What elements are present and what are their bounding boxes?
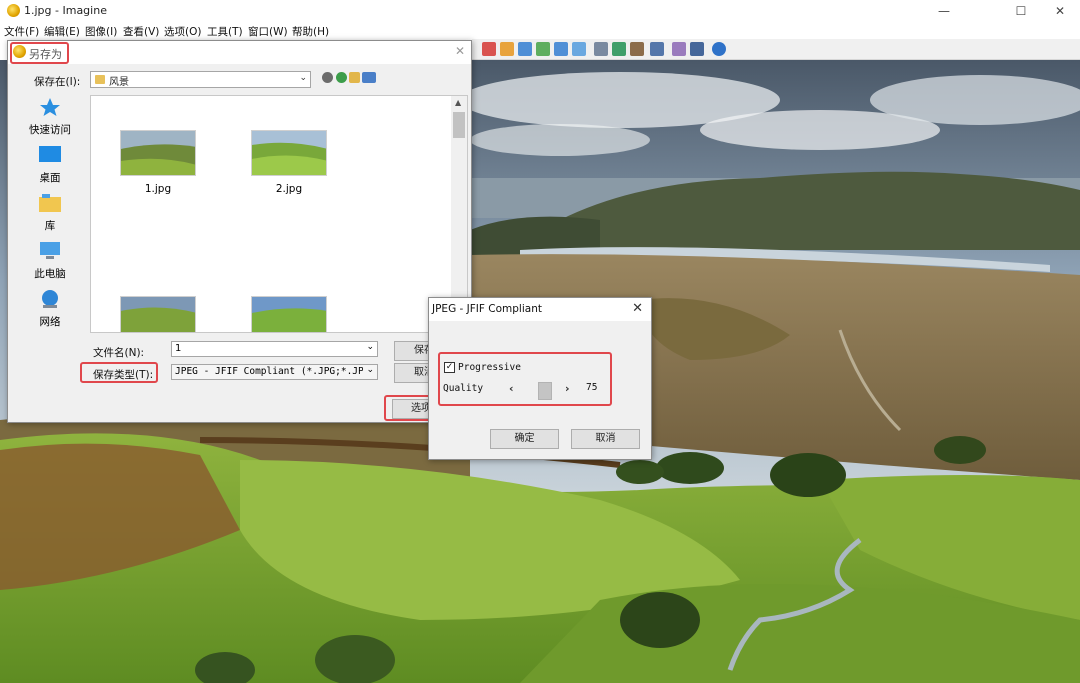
capture-icon[interactable] [612, 42, 626, 56]
menu-tools[interactable]: 工具(T) [207, 24, 243, 39]
close-window-button[interactable]: ✕ [1037, 0, 1080, 22]
file-list[interactable]: 1.jpg 2.jpg ▲ [90, 95, 468, 333]
menu-edit[interactable]: 编辑(E) [44, 24, 80, 39]
menu-options[interactable]: 选项(O) [164, 24, 201, 39]
toolbar [472, 39, 1080, 60]
zoom-icon[interactable] [500, 42, 514, 56]
quality-slider[interactable]: ‹ › [505, 382, 577, 400]
slider-thumb[interactable] [538, 382, 552, 400]
view-menu-icon[interactable] [362, 72, 376, 83]
imagine-app-icon [7, 4, 20, 17]
filename-value: 1 [175, 343, 182, 354]
slider-left-arrow-icon[interactable]: ‹ [509, 382, 514, 395]
progressive-label: Progressive [458, 362, 521, 373]
place-this-pc[interactable]: 此电脑 [18, 241, 82, 287]
menu-view[interactable]: 查看(V) [123, 24, 159, 39]
save-dialog-title-bar: 另存为 ✕ [8, 41, 471, 64]
places-bar: 快速访问 桌面 库 此电脑 网络 [18, 93, 82, 333]
copy-image-icon[interactable] [518, 42, 532, 56]
quality-label: Quality [443, 383, 484, 394]
slider-right-arrow-icon[interactable]: › [565, 382, 570, 395]
crop-icon[interactable] [572, 42, 586, 56]
save-as-dialog: 另存为 ✕ 保存在(I): 风景 ⌄ 快速访问 桌面 库 此电脑 网络 1.jp… [7, 40, 472, 423]
monitor-icon[interactable] [594, 42, 608, 56]
minimize-button[interactable]: — [921, 0, 967, 22]
filetype-select[interactable]: JPEG - JFIF Compliant (*.JPG;*.JPEG;*. ⌄ [171, 364, 378, 380]
filename-input[interactable]: 1 ⌄ [171, 341, 378, 357]
window-title: 1.jpg - Imagine [24, 4, 107, 17]
menu-bar: 文件(F) 编辑(E) 图像(I) 查看(V) 选项(O) 工具(T) 窗口(W… [0, 22, 1080, 39]
menu-file[interactable]: 文件(F) [4, 24, 39, 39]
file-name-label: 1.jpg [144, 183, 172, 195]
desktop-icon [39, 146, 61, 162]
scrollbar-thumb[interactable] [453, 112, 465, 138]
file-thumbnail[interactable] [251, 130, 327, 176]
place-library[interactable]: 库 [18, 193, 82, 239]
star-icon [40, 98, 60, 116]
quality-value: 75 [586, 382, 598, 393]
info-icon[interactable] [712, 42, 726, 56]
file-thumbnail[interactable] [251, 296, 327, 332]
place-desktop[interactable]: 桌面 [18, 145, 82, 191]
network-icon [42, 290, 58, 308]
batch-icon[interactable] [672, 42, 686, 56]
menu-window[interactable]: 窗口(W) [248, 24, 288, 39]
up-folder-icon[interactable] [336, 72, 347, 83]
save-in-label: 保存在(I): [34, 76, 81, 88]
jpeg-cancel-button[interactable]: 取消 [571, 429, 640, 449]
convert-icon[interactable] [690, 42, 704, 56]
pointer-icon[interactable] [482, 42, 496, 56]
jpeg-dialog-title: JPEG - JFIF Compliant [432, 303, 542, 315]
save-in-value: 风景 [109, 77, 129, 88]
place-quick-access[interactable]: 快速访问 [18, 97, 82, 143]
filename-label: 文件名(N): [93, 347, 145, 359]
jpeg-options-dialog: JPEG - JFIF Compliant ✕ ✓ Progressive Qu… [428, 297, 652, 460]
jpeg-dialog-title-bar: JPEG - JFIF Compliant ✕ [429, 298, 651, 321]
new-folder-icon[interactable] [349, 72, 360, 83]
scroll-up-icon[interactable]: ▲ [455, 98, 461, 107]
plugin-icon[interactable] [650, 42, 664, 56]
filetype-label: 保存类型(T): [93, 369, 154, 381]
ok-button[interactable]: 确定 [490, 429, 559, 449]
place-label: 此电脑 [34, 268, 66, 280]
chevron-down-icon: ⌄ [366, 365, 374, 375]
library-icon [39, 194, 61, 212]
adjust-icon[interactable] [630, 42, 644, 56]
menu-image[interactable]: 图像(I) [85, 24, 117, 39]
title-bar: 1.jpg - Imagine — ☐ ✕ [0, 0, 1080, 22]
back-icon[interactable] [322, 72, 333, 83]
file-name-label: 2.jpg [275, 183, 303, 195]
folder-icon [95, 75, 105, 84]
paste-image-icon[interactable] [536, 42, 550, 56]
place-label: 库 [44, 220, 56, 232]
computer-icon [40, 242, 60, 259]
resize-icon[interactable] [554, 42, 568, 56]
highlight-save-as-title [10, 42, 69, 64]
file-thumbnail[interactable] [120, 130, 196, 176]
save-dialog-close-button[interactable]: ✕ [455, 44, 465, 58]
place-label: 桌面 [39, 172, 61, 184]
place-label: 快速访问 [29, 124, 71, 136]
chevron-down-icon: ⌄ [299, 73, 307, 83]
file-thumbnail[interactable] [120, 296, 196, 332]
progressive-checkbox[interactable]: ✓ [444, 362, 455, 373]
jpeg-dialog-close-button[interactable]: ✕ [632, 301, 643, 316]
place-label: 网络 [39, 316, 61, 328]
place-network[interactable]: 网络 [18, 289, 82, 335]
chevron-down-icon: ⌄ [366, 342, 374, 352]
menu-help[interactable]: 帮助(H) [292, 24, 329, 39]
filetype-value: JPEG - JFIF Compliant (*.JPG;*.JPEG;*. [175, 366, 363, 377]
save-in-combo[interactable]: 风景 ⌄ [90, 71, 311, 88]
